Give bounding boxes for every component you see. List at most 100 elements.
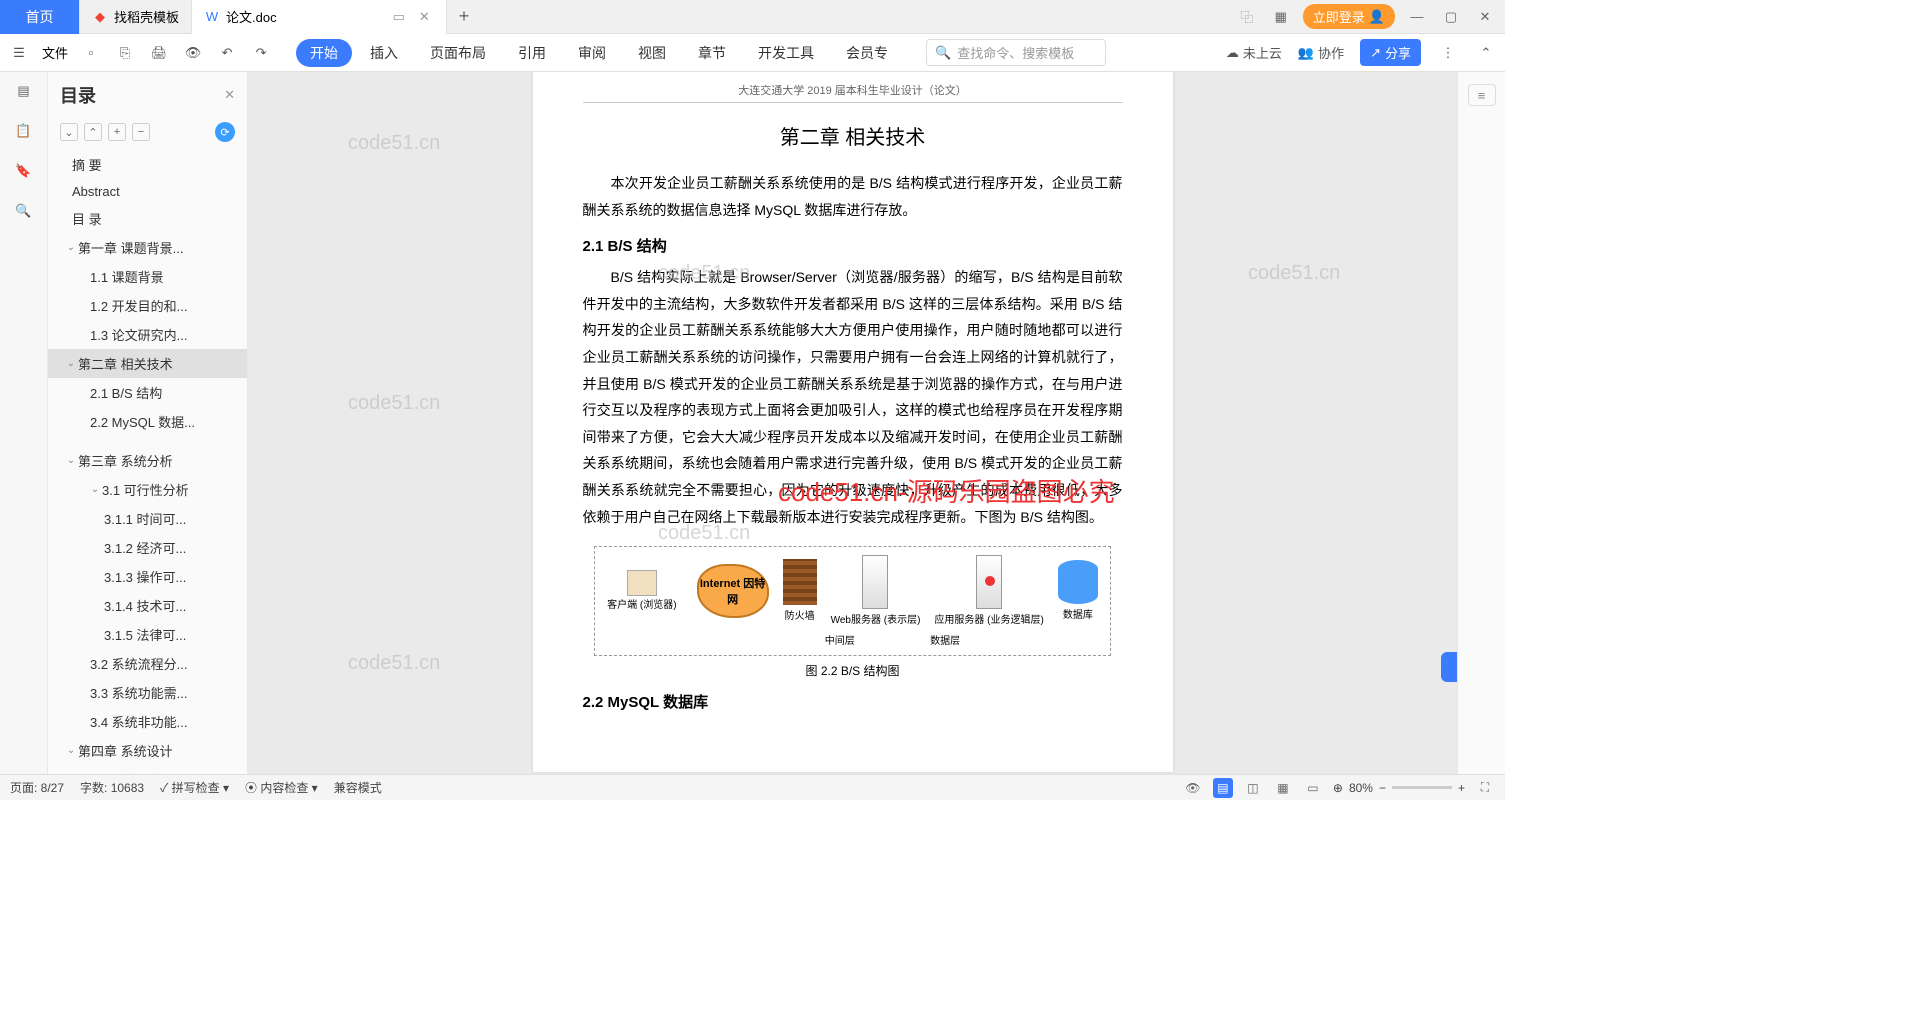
toc-item[interactable]: 目 录 [48, 204, 247, 233]
zoom-slider[interactable] [1392, 786, 1452, 789]
sync-icon[interactable]: ⟳ [215, 122, 235, 142]
ribbon-tab-member[interactable]: 会员专 [832, 39, 902, 67]
toc-item[interactable]: 3.3 系统功能需... [48, 678, 247, 707]
toc-label: 3.3 系统功能需... [90, 683, 188, 702]
toc-label: 3.1.4 技术可... [104, 596, 186, 615]
toc-item[interactable]: 摘 要 [48, 150, 247, 179]
content-check[interactable]: ⦿ 内容检查 ▾ [245, 779, 318, 796]
coop-button[interactable]: 👥协作 [1298, 43, 1344, 62]
ribbon-tab-start[interactable]: 开始 [296, 39, 352, 67]
preview-icon[interactable]: 👁 [182, 42, 204, 64]
tab-templates[interactable]: ◆ 找稻壳模板 [80, 0, 192, 34]
add-tab-button[interactable]: + [447, 6, 482, 27]
export-icon[interactable]: ⎘ [114, 42, 136, 64]
ribbon-tab-dev[interactable]: 开发工具 [744, 39, 828, 67]
zoom-in-icon[interactable]: + [1458, 781, 1465, 795]
right-toolbar: ≡ [1457, 72, 1505, 774]
view-web-icon[interactable]: ◫ [1243, 778, 1263, 798]
toc-item[interactable]: ⌄第三章 系统分析 [48, 446, 247, 475]
toc-collapse-btn[interactable]: ⌄ [60, 123, 78, 141]
toc-item[interactable]: ⌄第二章 相关技术 [48, 349, 247, 378]
compat-mode: 兼容模式 [334, 779, 382, 796]
eye-icon[interactable]: 👁 [1183, 778, 1203, 798]
file-menu[interactable]: 文件 [42, 43, 68, 62]
outline-icon[interactable]: ▤ [13, 80, 35, 102]
toc-expand-btn[interactable]: ⌃ [84, 123, 102, 141]
tab-home[interactable]: 首页 [0, 0, 80, 34]
find-icon[interactable]: 🔍 [13, 200, 35, 222]
toc-item[interactable] [48, 436, 247, 446]
ribbon-tab-insert[interactable]: 插入 [356, 39, 412, 67]
toc-add-btn[interactable]: + [108, 123, 126, 141]
document-area[interactable]: 📄 大连交通大学 2019 届本科生毕业设计（论文） 第二章 相关技术 本次开发… [248, 72, 1457, 774]
zoom-out-icon[interactable]: − [1379, 781, 1386, 795]
toc-label: 3.1.3 操作可... [104, 567, 186, 586]
toc-label: 摘 要 [72, 155, 102, 174]
toc-item[interactable]: 3.1.4 技术可... [48, 591, 247, 620]
toc-item[interactable]: 3.4 系统非功能... [48, 707, 247, 736]
title-bar: 首页 ◆ 找稻壳模板 W 论文.doc ▭ ✕ + ⿻ ▦ 立即登录 👤 — ▢… [0, 0, 1505, 34]
close-tab-icon[interactable]: ✕ [415, 9, 434, 25]
zoom-control[interactable]: ⊕ 80% − + [1333, 781, 1465, 795]
toc-item[interactable]: 3.1.2 经济可... [48, 533, 247, 562]
toc-item[interactable]: Abstract [48, 179, 247, 204]
share-button[interactable]: ↗分享 [1360, 39, 1421, 66]
ribbon-tab-chapter[interactable]: 章节 [684, 39, 740, 67]
view-outline-icon[interactable]: ▦ [1273, 778, 1293, 798]
more-icon[interactable]: ⋮ [1437, 42, 1459, 64]
close-sidebar-icon[interactable]: ✕ [224, 87, 235, 103]
side-handle[interactable] [1441, 652, 1457, 682]
ribbon-tab-layout[interactable]: 页面布局 [416, 39, 500, 67]
page-indicator[interactable]: 页面: 8/27 [10, 779, 64, 796]
split-icon[interactable]: ▭ [389, 9, 409, 25]
spell-check[interactable]: ✓ 拼写检查 ▾ [160, 779, 229, 796]
collapse-icon[interactable]: ⌃ [1475, 42, 1497, 64]
toc-item[interactable]: 2.1 B/S 结构 [48, 378, 247, 407]
toc-item[interactable]: ⌄第一章 课题背景... [48, 233, 247, 262]
toc-remove-btn[interactable]: − [132, 123, 150, 141]
clipboard-icon[interactable]: 📋 [13, 120, 35, 142]
tab-document[interactable]: W 论文.doc ▭ ✕ [192, 0, 447, 34]
toc-item[interactable]: 1.2 开发目的和... [48, 291, 247, 320]
undo-icon[interactable]: ↶ [216, 42, 238, 64]
view-read-icon[interactable]: ▭ [1303, 778, 1323, 798]
ribbon-tab-review[interactable]: 审阅 [564, 39, 620, 67]
search-input[interactable]: 🔍 查找命令、搜索模板 [926, 39, 1106, 66]
figure-caption: 图 2.2 B/S 结构图 [583, 662, 1123, 679]
login-button[interactable]: 立即登录 👤 [1303, 4, 1395, 29]
section-21-title: 2.1 B/S 结构 [583, 235, 1123, 256]
ribbon-tab-reference[interactable]: 引用 [504, 39, 560, 67]
cloud-button[interactable]: ☁未上云 [1226, 43, 1282, 62]
maximize-icon[interactable]: ▢ [1439, 5, 1463, 29]
toc-item[interactable]: 1.3 论文研究内... [48, 320, 247, 349]
print-icon[interactable]: 🖨 [148, 42, 170, 64]
toc-item[interactable]: ⌄第四章 系统设计 [48, 736, 247, 765]
bookmark-icon[interactable]: 🔖 [13, 160, 35, 182]
ribbon-tab-view[interactable]: 视图 [624, 39, 680, 67]
save-icon[interactable]: ▫ [80, 42, 102, 64]
tab-label: 论文.doc [226, 7, 277, 26]
zoom-reset-icon[interactable]: ⊕ [1333, 781, 1343, 795]
right-panel-toggle[interactable]: ≡ [1468, 84, 1496, 106]
cloud-icon: ☁ [1226, 45, 1239, 61]
toc-item[interactable]: 3.1.3 操作可... [48, 562, 247, 591]
watermark: code51.cn [1208, 772, 1300, 774]
toc-item[interactable]: 3.2 系统流程分... [48, 649, 247, 678]
toc-label: 2.2 MySQL 数据... [90, 412, 195, 431]
toc-item[interactable]: 3.1.5 法律可... [48, 620, 247, 649]
redo-icon[interactable]: ↷ [250, 42, 272, 64]
layout-icon[interactable]: ⿻ [1235, 5, 1259, 29]
toc-item[interactable]: ⌄3.1 可行性分析 [48, 475, 247, 504]
toc-label: 3.1.1 时间可... [104, 509, 186, 528]
view-page-icon[interactable]: ▤ [1213, 778, 1233, 798]
toc-item[interactable]: 4.1 总体功能 [48, 765, 247, 774]
toc-item[interactable]: 2.2 MySQL 数据... [48, 407, 247, 436]
fullscreen-icon[interactable]: ⛶ [1475, 778, 1495, 798]
word-count[interactable]: 字数: 10683 [80, 779, 144, 796]
toc-item[interactable]: 1.1 课题背景 [48, 262, 247, 291]
menu-icon[interactable]: ☰ [8, 42, 30, 64]
close-window-icon[interactable]: ✕ [1473, 5, 1497, 29]
toc-item[interactable]: 3.1.1 时间可... [48, 504, 247, 533]
apps-icon[interactable]: ▦ [1269, 5, 1293, 29]
minimize-icon[interactable]: — [1405, 5, 1429, 29]
